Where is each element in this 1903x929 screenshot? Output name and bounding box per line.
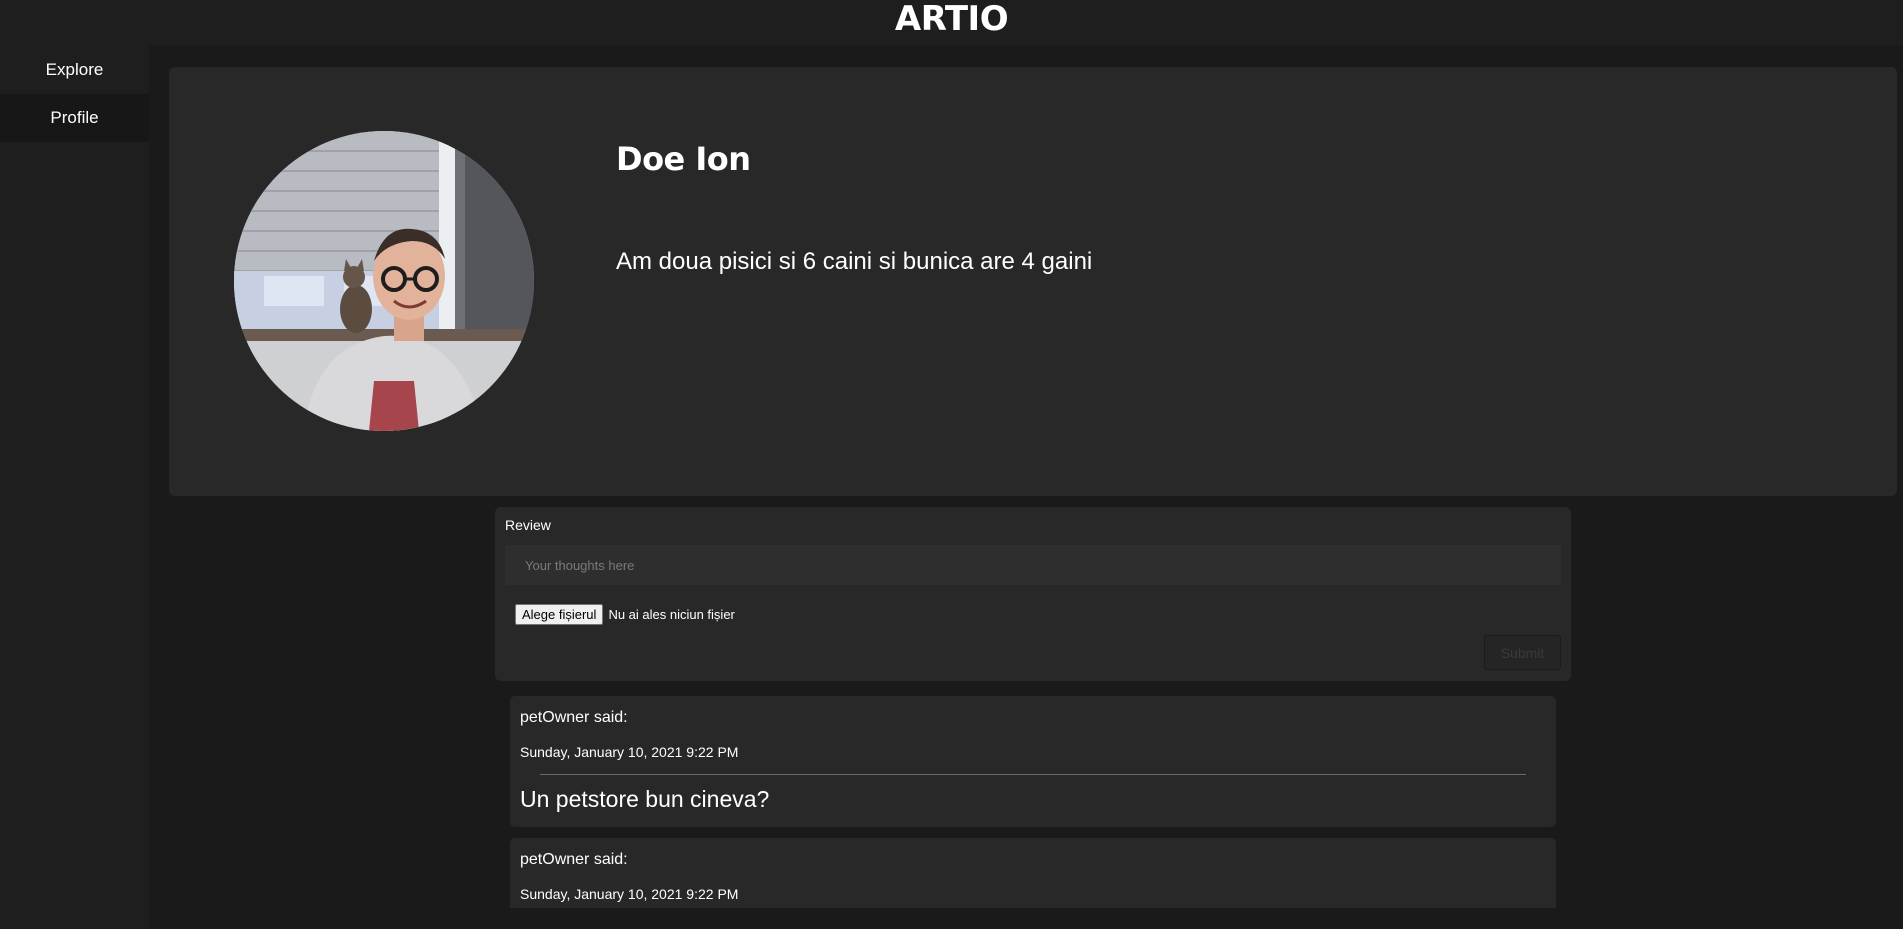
avatar (234, 131, 534, 431)
profile-card: Doe Ion Am doua pisici si 6 caini si bun… (169, 67, 1897, 496)
sidebar: Explore Profile (0, 46, 149, 929)
top-bar: ARTIO (0, 0, 1903, 47)
avatar-photo (234, 131, 534, 431)
sidebar-item-explore[interactable]: Explore (0, 46, 149, 94)
post-card: petOwner said: Sunday, January 10, 2021 … (510, 838, 1556, 908)
review-form: Review Alege fișierul Nu ai ales niciun … (495, 507, 1571, 681)
post-date: Sunday, January 10, 2021 9:22 PM (520, 886, 739, 902)
post-author: petOwner said: (520, 709, 628, 726)
review-input[interactable] (505, 545, 1561, 585)
brand-logo[interactable]: ARTIO (0, 0, 1903, 38)
submit-button[interactable]: Submit (1484, 635, 1561, 670)
file-picker: Alege fișierul Nu ai ales niciun fișier (515, 604, 735, 625)
profile-bio: Am doua pisici si 6 caini si bunica are … (616, 248, 1093, 275)
sidebar-item-profile[interactable]: Profile (0, 94, 149, 142)
post-author: petOwner said: (520, 851, 628, 868)
posts-list: petOwner said: Sunday, January 10, 2021 … (510, 696, 1556, 908)
review-label: Review (505, 517, 551, 533)
file-status: Nu ai ales niciun fișier (608, 607, 735, 622)
post-card: petOwner said: Sunday, January 10, 2021 … (510, 696, 1556, 827)
choose-file-button[interactable]: Alege fișierul (515, 604, 604, 625)
profile-name: Doe Ion (616, 140, 751, 179)
post-divider (540, 774, 1526, 775)
post-date: Sunday, January 10, 2021 9:22 PM (520, 744, 739, 760)
post-body: Un petstore bun cineva? (520, 786, 770, 812)
